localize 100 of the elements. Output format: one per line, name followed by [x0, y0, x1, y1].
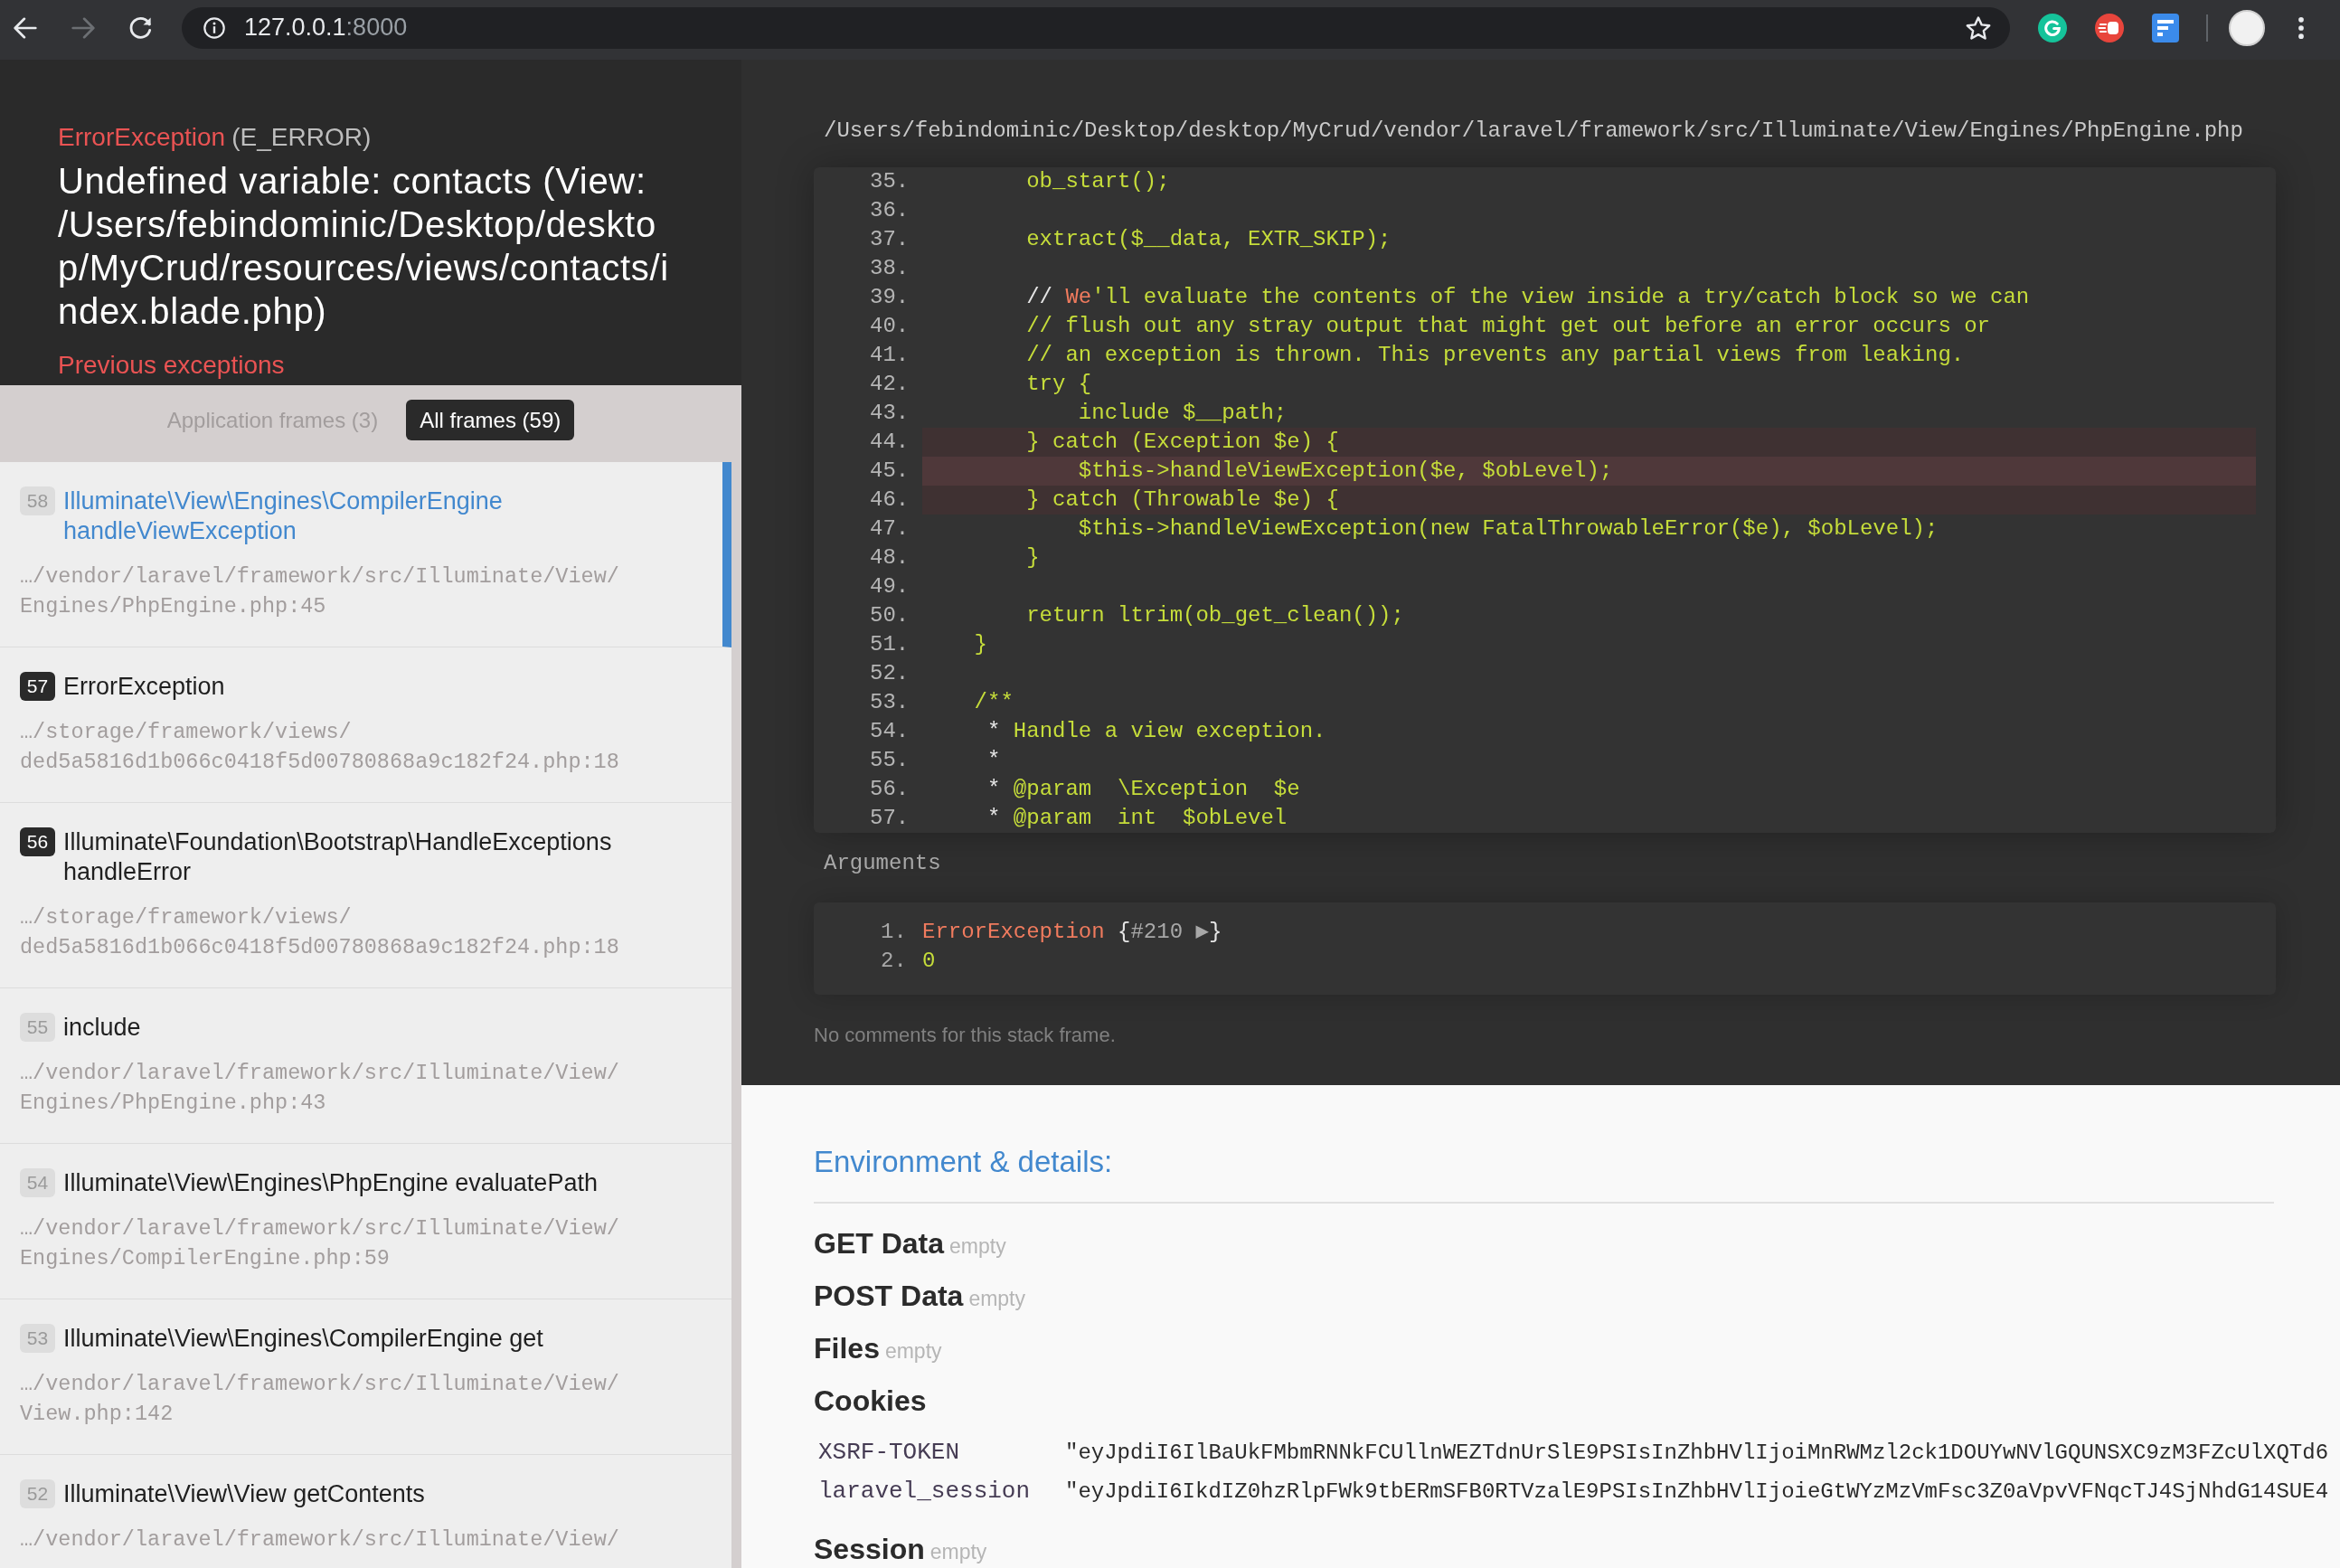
empty-label: empty: [949, 1234, 1006, 1258]
line-number: 52.: [870, 661, 910, 685]
more-menu-icon[interactable]: [2298, 16, 2304, 39]
exception-code: (E_ERROR): [231, 123, 372, 151]
section-title: Cookies: [814, 1384, 927, 1417]
argument-value: 0: [922, 948, 936, 975]
line-number: 49.: [870, 574, 910, 599]
frame-number: 58: [20, 486, 55, 515]
line-number: 46.: [870, 487, 910, 512]
frame-title: include: [63, 1013, 141, 1043]
code-line: extract($__data, EXTR_SKIP);: [1026, 226, 1392, 253]
line-number: 35.: [870, 169, 910, 194]
code-line: }: [974, 631, 987, 658]
frame-title: Illuminate\Foundation\Bootstrap\HandleExceptions handleError: [63, 827, 613, 887]
frame-title: Illuminate\View\View getContents: [63, 1479, 425, 1509]
frame-number: 57: [20, 672, 55, 701]
code-line: return ltrim(ob_get_clean());: [1026, 602, 1404, 629]
frame-file-path: …/vendor/laravel/framework/src/Illuminate/View/Engines/CompilerEngine.php:59: [20, 1216, 619, 1270]
line-number: 57.: [870, 806, 910, 830]
avatar-icon[interactable]: [2229, 9, 2265, 46]
line-number: 38.: [870, 256, 910, 280]
code-line: *: [987, 747, 1001, 774]
frame-number: 56: [20, 827, 55, 856]
code-line: * @param \Exception $e: [987, 776, 1300, 803]
frame-file-path: …/vendor/laravel/framework/src/Illuminate/View/View.php:142: [20, 1372, 619, 1426]
frame-filter-tab[interactable]: All frames (59): [406, 400, 575, 440]
stack-frame[interactable]: 54 Illuminate\View\Engines\PhpEngine evaluatePath …/vendor/laravel/framework/src/Illuminate/View/Engines/CompilerEngine.php:59: [0, 1144, 731, 1299]
frame-file-path: …/vendor/laravel/framework/src/Illuminate/View/Engines/PhpEngine.php:43: [20, 1061, 619, 1115]
section-title: Session: [814, 1533, 925, 1565]
stack-frame[interactable]: 56 Illuminate\Foundation\Bootstrap\HandleExceptions handleError …/storage/framework/views/ded5a5816d1b066c0418f5d00780868a9c182f24.php:18: [0, 803, 731, 988]
arguments-label: Arguments: [824, 851, 941, 875]
line-number: 44.: [870, 430, 910, 454]
exception-class: ErrorException: [58, 123, 226, 151]
exception-message: Undefined variable: contacts (View: /Users/febindominic/Desktop/desktop/MyCrud/resources/views/contacts/index.blade.php): [58, 160, 670, 333]
frame-number: 54: [20, 1168, 55, 1197]
empty-label: empty: [929, 1540, 987, 1563]
comments-note: No comments for this stack frame.: [814, 1024, 1116, 1046]
frame-title: Illuminate\View\Engines\CompilerEngine handleViewException: [63, 486, 504, 546]
code-line: try {: [1026, 371, 1092, 398]
frame-file-path: …/storage/framework/views/ded5a5816d1b066c0418f5d00780868a9c182f24.php:18: [20, 720, 619, 774]
file-path: /Users/febindominic/Desktop/desktop/MyCrud/vendor/laravel/framework/src/Illuminate/View/Engines/PhpEngine.php: [824, 118, 2243, 143]
frame-title: Illuminate\View\Engines\CompilerEngine get: [63, 1324, 543, 1354]
line-number: 36.: [870, 198, 910, 222]
reload-icon[interactable]: [129, 16, 152, 39]
code-line: $this->handleViewException($e, $obLevel);: [1078, 458, 1613, 485]
back-arrow-icon[interactable]: [14, 16, 37, 39]
extension-icon[interactable]: [2095, 13, 2124, 43]
cookie-value: "eyJpdiI6IlBaUkFMbmRNNkFCUllnWEZTdnUrSlE9PSIsInZhbHVlIjoiMnRWMzl2ck1DOUYwNVlGQUNSXC9zM3FZcUlXQTd6: [1065, 1440, 2329, 1467]
line-number: 42.: [870, 372, 910, 396]
frame-number: 53: [20, 1324, 55, 1353]
line-number: 41.: [870, 343, 910, 367]
line-number: 47.: [870, 516, 910, 541]
stack-frame[interactable]: 52 Illuminate\View\View getContents …/vendor/laravel/framework/src/Illuminate/View/: [0, 1455, 731, 1568]
code-line: // flush out any stray output that might get out before an error occurs or: [1026, 313, 1990, 340]
code-line: include $__path;: [1078, 400, 1288, 427]
cookie-name: XSRF-TOKEN: [818, 1439, 960, 1466]
frame-title: ErrorException: [63, 672, 225, 702]
frame-file-path: …/vendor/laravel/framework/src/Illuminate/View/Engines/PhpEngine.php:45: [20, 564, 619, 619]
line-number: 45.: [870, 458, 910, 483]
code-line: $this->handleViewException(new FatalThrowableError($e), $obLevel);: [1078, 515, 1939, 543]
address-bar[interactable]: 127.0.0.1:8000: [182, 6, 2010, 49]
line-number: 48.: [870, 545, 910, 570]
line-number: 43.: [870, 401, 910, 425]
cookie-value: "eyJpdiI6IkdIZ0hzRlpFWk9tbERmSFB0RTVzalE9PSIsInZhbHVlIjoieGtWYzMzVmFsc3Z0aVpvVFNqcTJ4SjNhdG14SUE4: [1065, 1478, 2329, 1506]
section-title: POST Data: [814, 1280, 964, 1312]
code-line: // an exception is thrown. This prevents any partial views from leaking.: [1026, 342, 1965, 369]
star-icon[interactable]: [1966, 15, 1991, 40]
line-number: 50.: [870, 603, 910, 628]
code-line: // We'll evaluate the contents of the view inside a try/catch block so we can: [1026, 284, 2030, 311]
frame-file-path: …/storage/framework/views/ded5a5816d1b066c0418f5d00780868a9c182f24.php:18: [20, 905, 619, 959]
code-line: }: [1026, 544, 1040, 571]
frame-title: Illuminate\View\Engines\PhpEngine evaluatePath: [63, 1168, 598, 1198]
line-number: 54.: [870, 719, 910, 743]
info-icon[interactable]: [203, 16, 225, 39]
code-line: * Handle a view exception.: [987, 718, 1326, 745]
extension-icon[interactable]: [2038, 13, 2067, 43]
frame-file-path: …/vendor/laravel/framework/src/Illuminate/View/: [20, 1527, 619, 1552]
section-title: Files: [814, 1332, 880, 1365]
code-line: } catch (Exception $e) {: [1026, 429, 1339, 456]
line-number: 39.: [870, 285, 910, 309]
line-number: 53.: [870, 690, 910, 714]
line-number: 55.: [870, 748, 910, 772]
extension-icon[interactable]: [2152, 13, 2179, 43]
frame-number: 55: [20, 1013, 55, 1042]
stack-frame[interactable]: 55 include …/vendor/laravel/framework/src/Illuminate/View/Engines/PhpEngine.php:43: [0, 988, 731, 1144]
argument-index: 2.: [881, 949, 907, 973]
previous-exceptions-link[interactable]: Previous exceptions: [58, 351, 285, 379]
cookie-name: laravel_session: [818, 1478, 1031, 1505]
code-line: ob_start();: [1026, 168, 1170, 195]
section-title: GET Data: [814, 1227, 945, 1260]
code-line: * @param int $obLevel: [987, 805, 1288, 832]
empty-label: empty: [884, 1339, 942, 1363]
argument-index: 1.: [881, 920, 907, 944]
argument-value: ErrorException {#210 ▶}: [922, 919, 1222, 946]
code-line: /**: [974, 689, 1014, 716]
stack-frame[interactable]: 53 Illuminate\View\Engines\CompilerEngine get …/vendor/laravel/framework/src/Illuminate/View/View.php:142: [0, 1299, 731, 1455]
frame-number: 52: [20, 1479, 55, 1508]
line-number: 40.: [870, 314, 910, 338]
stack-frame[interactable]: 57 ErrorException …/storage/framework/views/ded5a5816d1b066c0418f5d00780868a9c182f24.php:18: [0, 647, 731, 803]
line-number: 51.: [870, 632, 910, 656]
